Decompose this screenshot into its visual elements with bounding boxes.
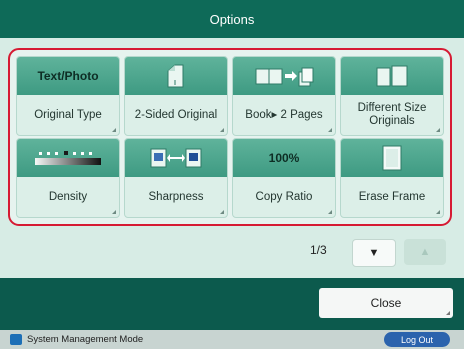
- close-button[interactable]: Close: [319, 288, 453, 318]
- density-scale-icon: [17, 139, 119, 177]
- expand-corner-icon: [328, 128, 332, 132]
- options-grid: Text/Photo Original Type 2-Sided Origina…: [16, 56, 444, 218]
- two-sided-original-label: 2-Sided Original: [134, 108, 218, 121]
- sharpness-icon: [125, 139, 227, 177]
- expand-corner-icon: [328, 210, 332, 214]
- option-2-sided-original[interactable]: 2-Sided Original: [124, 56, 228, 136]
- different-size-originals-label: Different Size Originals: [357, 102, 427, 127]
- expand-corner-icon: [112, 128, 116, 132]
- expand-corner-icon: [436, 210, 440, 214]
- sharpness-label: Sharpness: [148, 190, 204, 203]
- original-type-label: Original Type: [34, 108, 102, 121]
- options-area: Text/Photo Original Type 2-Sided Origina…: [0, 38, 464, 278]
- options-frame: Text/Photo Original Type 2-Sided Origina…: [8, 48, 452, 226]
- option-sharpness[interactable]: Sharpness: [124, 138, 228, 218]
- logout-label: Log Out: [400, 334, 434, 345]
- system-management-icon: [10, 334, 22, 345]
- expand-corner-icon: [112, 210, 116, 214]
- option-erase-frame[interactable]: Erase Frame: [340, 138, 444, 218]
- density-label: Density: [48, 190, 88, 203]
- page-indicator: 1/3: [310, 243, 327, 257]
- triangle-up-icon: ▲: [419, 246, 431, 258]
- expand-corner-icon: [220, 128, 224, 132]
- page-title: Options: [209, 11, 255, 27]
- option-copy-ratio[interactable]: 100% Copy Ratio: [232, 138, 336, 218]
- option-book-2-pages[interactable]: Book▸ 2 Pages: [232, 56, 336, 136]
- triangle-down-icon: ▼: [368, 247, 380, 259]
- status-bar: System Management Mode Log Out: [0, 330, 464, 349]
- option-different-size-originals[interactable]: Different Size Originals: [340, 56, 444, 136]
- book-to-pages-icon: [233, 57, 335, 95]
- erase-frame-icon: [341, 139, 443, 177]
- erase-frame-label: Erase Frame: [358, 190, 426, 203]
- two-sided-original-icon: [125, 57, 227, 95]
- title-bar: Options: [0, 0, 464, 38]
- system-management-mode-label: System Management Mode: [27, 334, 144, 345]
- expand-corner-icon: [436, 128, 440, 132]
- pager: 1/3 ▼ ▲: [0, 231, 464, 271]
- original-type-value: Text/Photo: [17, 57, 119, 95]
- option-density[interactable]: Density: [16, 138, 120, 218]
- copy-ratio-value: 100%: [233, 139, 335, 177]
- bottom-bar: Close: [0, 278, 464, 330]
- copy-ratio-label: Copy Ratio: [255, 190, 313, 203]
- page-down-button[interactable]: ▼: [352, 239, 396, 267]
- different-size-originals-icon: [341, 57, 443, 95]
- expand-corner-icon: [446, 311, 450, 315]
- expand-corner-icon: [220, 210, 224, 214]
- page-up-button[interactable]: ▲: [404, 239, 446, 265]
- option-original-type[interactable]: Text/Photo Original Type: [16, 56, 120, 136]
- book-2-pages-label: Book▸ 2 Pages: [245, 108, 323, 121]
- logout-button[interactable]: Log Out: [384, 332, 450, 347]
- close-button-label: Close: [370, 296, 402, 310]
